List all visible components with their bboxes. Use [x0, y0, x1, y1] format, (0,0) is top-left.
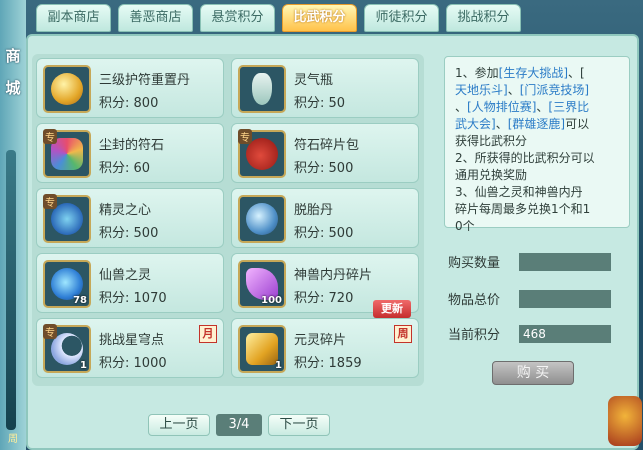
side-navigation: 商城 周	[0, 0, 26, 450]
item-count: 100	[261, 295, 282, 306]
item-points: 积分: 1000	[99, 356, 167, 371]
rules-line: 3、仙兽之灵和神兽内丹	[455, 185, 583, 199]
item-count: 78	[73, 295, 87, 306]
beast-soul-icon: 78	[43, 260, 91, 308]
item-name: 精灵之心	[99, 203, 152, 218]
page-indicator: 3/4	[216, 414, 262, 436]
tab-dungeon-shop[interactable]: 副本商店	[36, 4, 111, 32]
activity-corner-icon[interactable]	[608, 396, 642, 446]
shop-item[interactable]: 三级护符重置丹 积分: 800	[36, 58, 224, 118]
item-name: 挑战星穹点	[99, 333, 165, 348]
shop-item[interactable]: 专 精灵之心 积分: 500	[36, 188, 224, 248]
item-points: 积分: 500	[99, 226, 159, 241]
item-name: 三级护符重置丹	[99, 73, 191, 88]
item-points: 积分: 60	[99, 161, 151, 176]
total-price-field	[519, 290, 611, 308]
rules-line: 0个	[455, 219, 475, 233]
item-grid: 三级护符重置丹 积分: 800 灵气瓶 积分: 50 专 尘封的符石 积分: 6…	[32, 54, 424, 386]
special-badge: 专	[43, 194, 57, 209]
current-points-label: 当前积分	[448, 328, 501, 343]
shop-item[interactable]: 灵气瓶 积分: 50	[231, 58, 419, 118]
amulet-reset-icon	[43, 65, 91, 113]
item-count: 1	[275, 360, 282, 371]
item-points: 积分: 50	[294, 96, 346, 111]
shop-item[interactable]: 专 尘封的符石 积分: 60	[36, 123, 224, 183]
special-badge: 专	[43, 129, 57, 144]
update-badge: 更新	[373, 300, 411, 318]
rebirth-pill-icon	[238, 195, 286, 243]
beast-core-shard-icon: 100	[238, 260, 286, 308]
item-name: 脱胎丹	[294, 203, 334, 218]
quantity-input[interactable]	[519, 253, 611, 271]
rune-shard-pack-icon: 专	[238, 129, 286, 178]
tab-bounty-points[interactable]: 悬赏积分	[200, 4, 275, 32]
spirit-heart-icon: 专	[43, 194, 91, 243]
item-points: 积分: 720	[294, 291, 354, 306]
weekly-limit-tag: 周	[394, 325, 412, 343]
side-strip-decoration	[6, 150, 16, 430]
tab-challenge-points[interactable]: 挑战积分	[446, 4, 521, 32]
item-name: 符石碎片包	[294, 138, 360, 153]
special-badge: 专	[43, 324, 57, 339]
buy-button[interactable]: 购 买	[492, 361, 574, 385]
next-page-button[interactable]: 下一页	[268, 414, 330, 436]
special-badge: 专	[238, 129, 252, 144]
side-bottom-text: 周	[8, 434, 18, 445]
rules-line: 获得比武积分	[455, 134, 528, 148]
rules-line: 1、参加[生存大挑战]、[	[455, 66, 585, 80]
shop-item[interactable]: 78 仙兽之灵 积分: 1070	[36, 253, 224, 313]
star-dome-icon: 专 1	[43, 324, 91, 373]
shop-side-label[interactable]: 商城	[2, 40, 24, 120]
item-name: 神兽内丹碎片	[294, 268, 373, 283]
tab-karma-shop[interactable]: 善恶商店	[118, 4, 193, 32]
item-name: 元灵碎片	[294, 333, 347, 348]
prev-page-button[interactable]: 上一页	[148, 414, 210, 436]
quantity-label: 购买数量	[448, 256, 501, 271]
item-name: 仙兽之灵	[99, 268, 152, 283]
item-name: 尘封的符石	[99, 138, 165, 153]
rules-line: 2、所获得的比武积分可以	[455, 151, 595, 165]
shop-item[interactable]: 专 1 挑战星穹点 积分: 1000 月	[36, 318, 224, 378]
item-points: 积分: 500	[294, 226, 354, 241]
rules-line: 通用兑换奖励	[455, 168, 528, 182]
item-points: 积分: 1070	[99, 291, 167, 306]
shop-item[interactable]: 脱胎丹 积分: 500	[231, 188, 419, 248]
total-price-label: 物品总价	[448, 293, 501, 308]
rules-description: 1、参加[生存大挑战]、[ 天地乐斗]、[门派竞技场] 、[人物排位赛]、[三界…	[444, 56, 630, 233]
tab-mentor-points[interactable]: 师徒积分	[364, 4, 439, 32]
shop-item[interactable]: 专 符石碎片包 积分: 500	[231, 123, 419, 183]
shop-tabs: 副本商店 善恶商店 悬赏积分 比武积分 师徒积分 挑战积分	[36, 4, 521, 36]
item-points: 积分: 800	[99, 96, 159, 111]
rules-line: 天地乐斗]、[门派竞技场]	[455, 83, 590, 97]
item-points: 积分: 500	[294, 161, 354, 176]
item-points: 积分: 1859	[294, 356, 362, 371]
rules-line: 碎片每周最多兑换1个和1	[455, 202, 591, 216]
item-name: 灵气瓶	[294, 73, 334, 88]
yuanling-shard-icon: 1	[238, 325, 286, 373]
sealed-rune-icon: 专	[43, 129, 91, 178]
spirit-bottle-icon	[238, 65, 286, 113]
tab-duel-points[interactable]: 比武积分	[282, 4, 357, 32]
shop-item[interactable]: 1 元灵碎片 积分: 1859 周	[231, 318, 419, 378]
item-count: 1	[80, 360, 87, 371]
current-points-value: 468	[519, 325, 611, 343]
monthly-limit-tag: 月	[199, 325, 217, 343]
pagination: 上一页 3/4 下一页	[148, 414, 330, 436]
rules-line: 武大会]、[群雄逐鹿]可以	[455, 117, 590, 131]
rules-line: 、[人物排位赛]、[三界比	[455, 100, 590, 114]
